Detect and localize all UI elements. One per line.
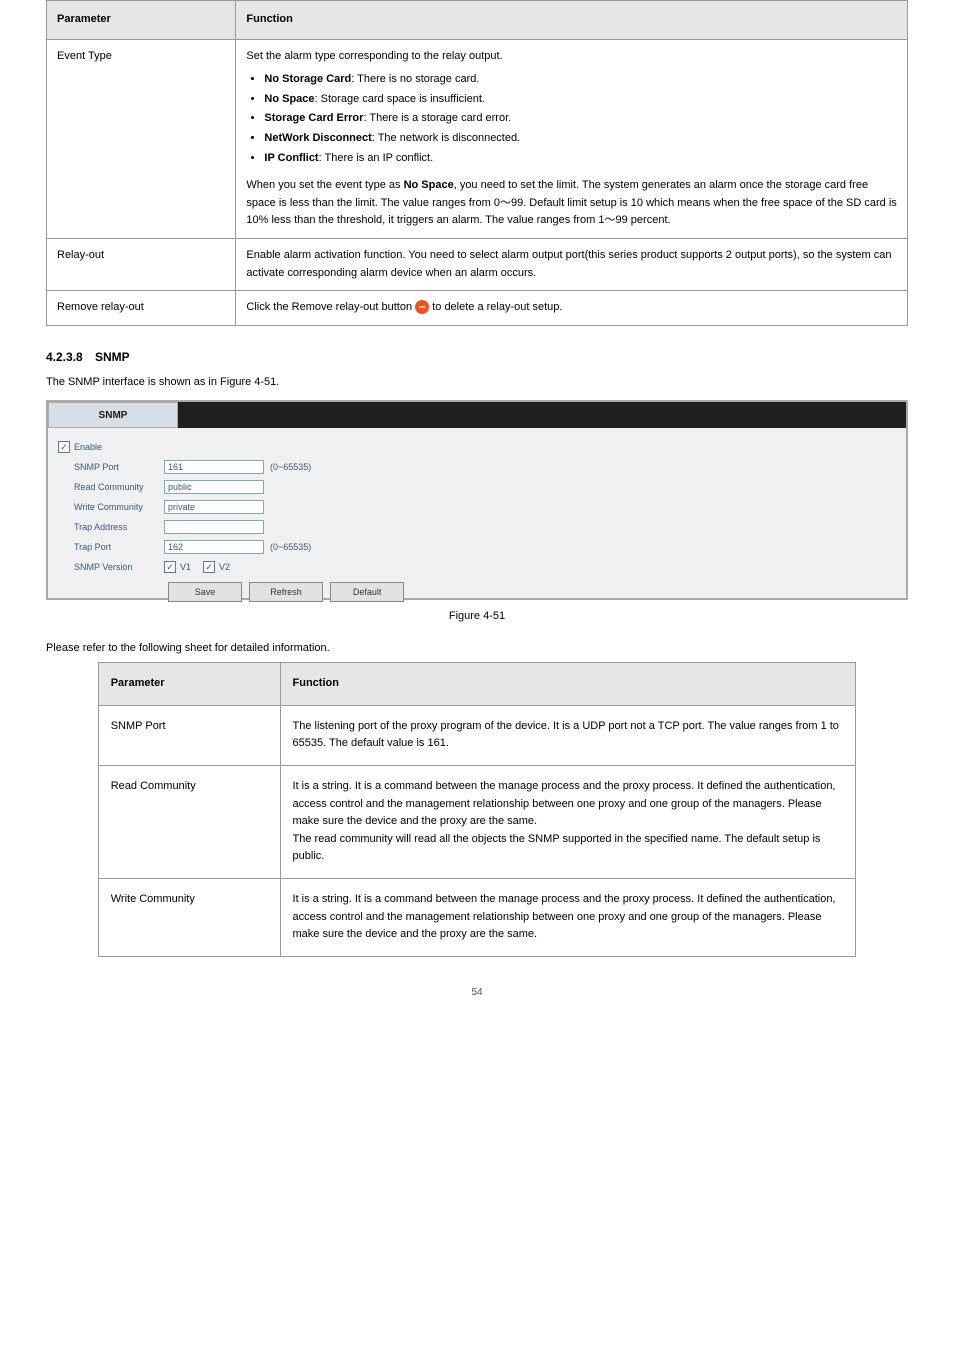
trap-address-input[interactable]	[164, 520, 264, 534]
v1-checkbox[interactable]: ✓	[164, 561, 176, 573]
v2-checkbox[interactable]: ✓	[203, 561, 215, 573]
t2-row2-param: Write Community	[98, 878, 280, 956]
trap-port-note: (0~65535)	[270, 542, 311, 552]
trap-address-label: Trap Address	[74, 522, 164, 532]
list-item: No Storage Card: There is no storage car…	[264, 71, 897, 89]
snmp-port-input[interactable]	[164, 460, 264, 474]
write-community-input[interactable]	[164, 500, 264, 514]
write-community-label: Write Community	[74, 502, 164, 512]
list-item: No Space: Storage card space is insuffic…	[264, 91, 897, 109]
refresh-button[interactable]: Refresh	[249, 582, 323, 602]
page-number: 54	[46, 987, 908, 998]
t1-header-func: Function	[236, 1, 908, 40]
figure-caption: Figure 4-51	[46, 610, 908, 622]
enable-label: Enable	[74, 442, 102, 452]
remove-icon: –	[415, 300, 429, 314]
t2-header-param: Parameter	[98, 663, 280, 706]
snmp-port-note: (0~65535)	[270, 462, 311, 472]
v1-label: V1	[180, 562, 191, 572]
section-intro: The SNMP interface is shown as in Figure…	[46, 374, 908, 391]
t2-row0-func: The listening port of the proxy program …	[280, 705, 856, 765]
t1-row0-intro: Set the alarm type corresponding to the …	[246, 48, 897, 66]
t1-row0-func: Set the alarm type corresponding to the …	[236, 39, 908, 238]
t2-row0-param: SNMP Port	[98, 705, 280, 765]
trap-port-label: Trap Port	[74, 542, 164, 552]
t2-header-func: Function	[280, 663, 856, 706]
t1-row1-param: Relay-out	[47, 238, 236, 290]
list-item: NetWork Disconnect: The network is disco…	[264, 130, 897, 148]
t1-row2-param: Remove relay-out	[47, 291, 236, 326]
t1-row0-bullets: No Storage Card: There is no storage car…	[264, 71, 897, 167]
enable-checkbox[interactable]: ✓	[58, 441, 70, 453]
t1-row1-func: Enable alarm activation function. You ne…	[236, 238, 908, 290]
parameter-table-1: Parameter Function Event Type Set the al…	[46, 0, 908, 326]
t1-header-param: Parameter	[47, 1, 236, 40]
read-community-input[interactable]	[164, 480, 264, 494]
snmp-screenshot: SNMP ✓ Enable SNMP Port (0~65535) Read C…	[46, 400, 908, 600]
t1-row2-func: Click the Remove relay-out button – to d…	[236, 291, 908, 326]
parameter-table-2: Parameter Function SNMP Port The listeni…	[98, 662, 857, 957]
section-heading: 4.2.3.8 SNMP	[46, 350, 908, 364]
t2-row1-func: It is a string. It is a command between …	[280, 766, 856, 879]
section-number: 4.2.3.8	[46, 350, 83, 364]
table2-intro: Please refer to the following sheet for …	[46, 642, 908, 654]
list-item: IP Conflict: There is an IP conflict.	[264, 150, 897, 168]
v2-label: V2	[219, 562, 230, 572]
default-button[interactable]: Default	[330, 582, 404, 602]
t1-row0-limit: When you set the event type as No Space,…	[246, 177, 897, 230]
snmp-version-label: SNMP Version	[74, 562, 164, 572]
trap-port-input[interactable]	[164, 540, 264, 554]
section-title: SNMP	[95, 350, 130, 364]
list-item: Storage Card Error: There is a storage c…	[264, 110, 897, 128]
t1-row0-param: Event Type	[47, 39, 236, 238]
save-button[interactable]: Save	[168, 582, 242, 602]
t2-row2-func: It is a string. It is a command between …	[280, 878, 856, 956]
snmp-tab[interactable]: SNMP	[48, 402, 178, 428]
snmp-port-label: SNMP Port	[74, 462, 164, 472]
t2-row1-param: Read Community	[98, 766, 280, 879]
read-community-label: Read Community	[74, 482, 164, 492]
